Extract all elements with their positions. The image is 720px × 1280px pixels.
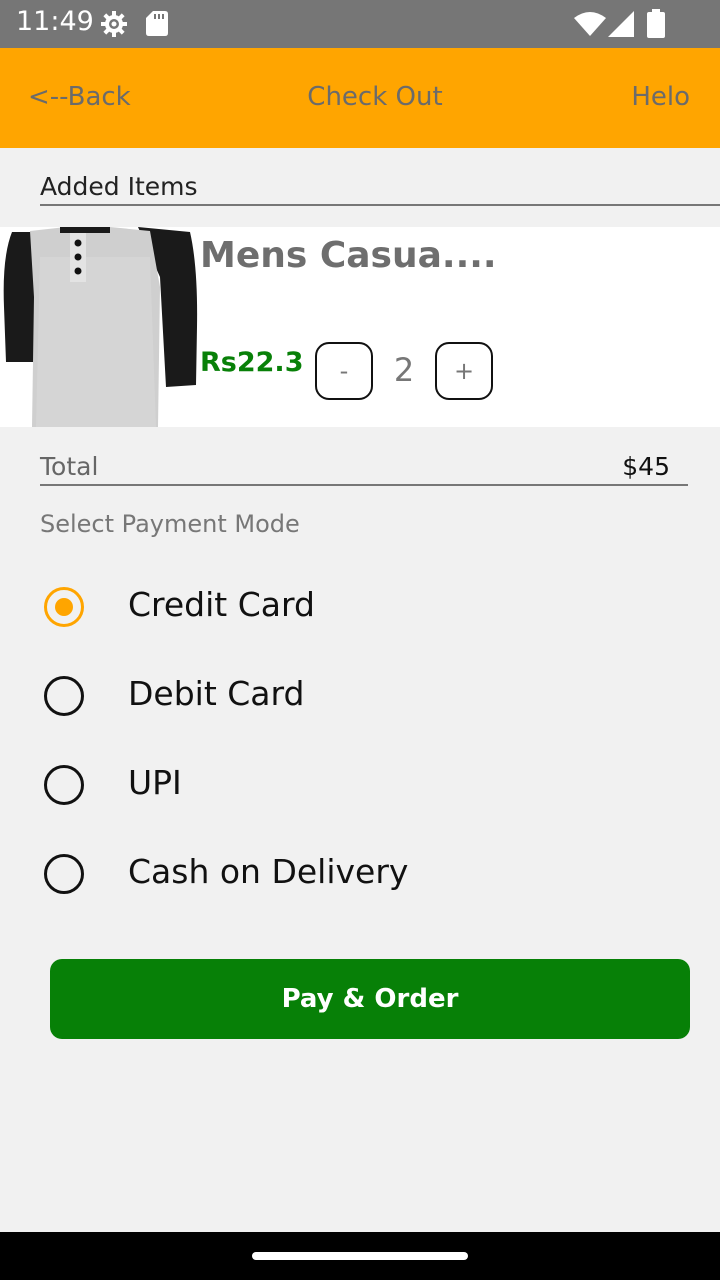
gear-icon bbox=[101, 11, 127, 37]
payment-option-label: UPI bbox=[128, 763, 182, 802]
page-title: Check Out bbox=[307, 82, 443, 112]
home-handle[interactable] bbox=[252, 1252, 468, 1260]
product-name: Mens Casua.... bbox=[200, 235, 497, 276]
product-price: Rs22.3 bbox=[200, 347, 304, 378]
system-nav-bar bbox=[0, 1232, 720, 1280]
radio-button[interactable] bbox=[44, 854, 84, 894]
payment-mode-heading: Select Payment Mode bbox=[40, 510, 300, 538]
total-value: $45 bbox=[622, 452, 670, 481]
status-time: 11:49 bbox=[16, 6, 94, 37]
total-label: Total bbox=[40, 452, 99, 481]
radio-button[interactable] bbox=[44, 765, 84, 805]
radio-button[interactable] bbox=[44, 676, 84, 716]
total-row: Total $45 bbox=[40, 450, 688, 486]
radio-dot bbox=[55, 598, 73, 616]
helo-button[interactable]: Helo bbox=[631, 82, 690, 112]
quantity-value: 2 bbox=[393, 351, 415, 389]
signal-icon bbox=[608, 11, 634, 37]
added-items-heading: Added Items bbox=[40, 172, 720, 206]
pay-and-order-button[interactable]: Pay & Order bbox=[50, 959, 690, 1039]
battery-icon bbox=[647, 9, 665, 38]
radio-button-checked[interactable] bbox=[44, 587, 84, 627]
payment-option-label: Cash on Delivery bbox=[128, 852, 409, 891]
sd-card-icon bbox=[146, 11, 168, 36]
app-bar: <--Back Check Out Helo bbox=[0, 48, 720, 148]
payment-option-label: Credit Card bbox=[128, 585, 315, 624]
increase-quantity-button[interactable]: + bbox=[435, 342, 493, 400]
decrease-quantity-button[interactable]: - bbox=[315, 342, 373, 400]
product-image bbox=[0, 227, 198, 427]
wifi-icon bbox=[574, 12, 606, 36]
cart-item: Mens Casua.... Rs22.3 - 2 + bbox=[0, 227, 720, 427]
payment-option-label: Debit Card bbox=[128, 674, 305, 713]
status-bar: 11:49 bbox=[0, 0, 720, 48]
